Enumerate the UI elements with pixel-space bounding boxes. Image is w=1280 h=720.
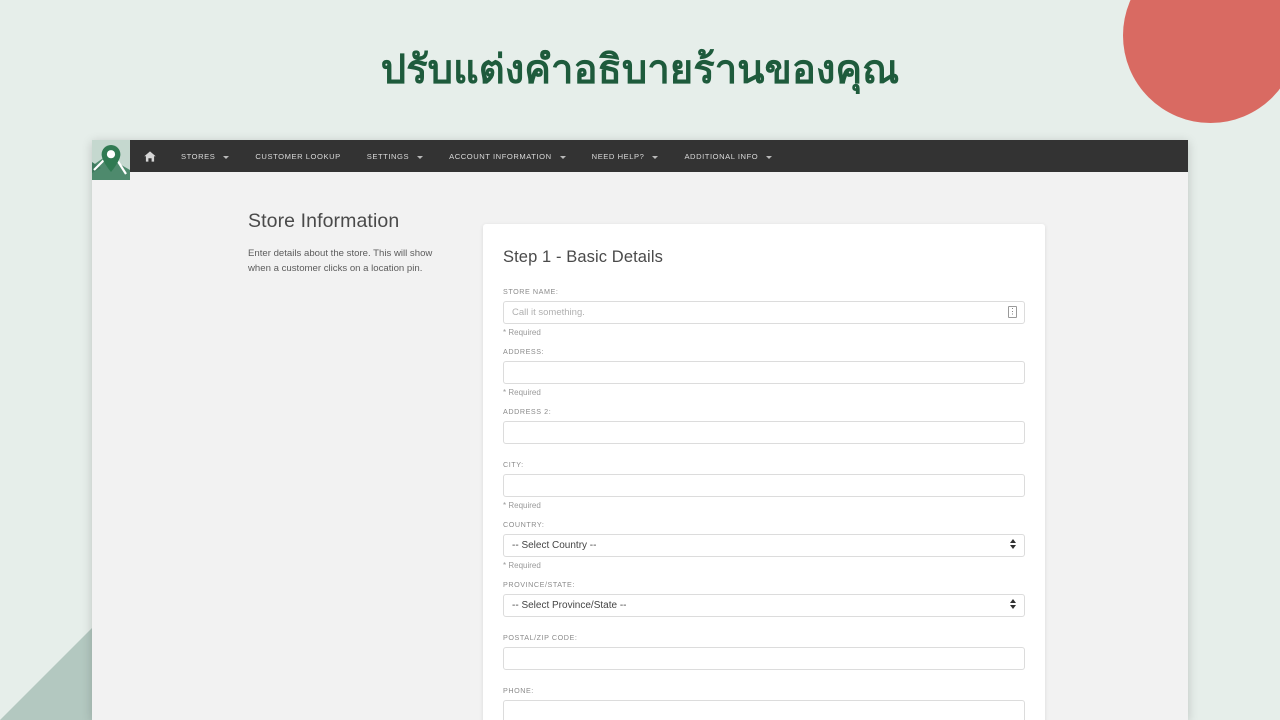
required-note: * Required	[503, 388, 541, 397]
page-content: Store Information Enter details about th…	[92, 172, 1188, 720]
nav-item-label: NEED HELP?	[591, 151, 645, 161]
field-store-name: STORE NAME: ⋮ * Required	[503, 287, 1025, 337]
nav-item-label: SETTINGS	[366, 151, 410, 161]
address-input[interactable]	[503, 361, 1025, 384]
nav-item-label: STORES	[181, 151, 216, 161]
chevron-down-icon	[652, 155, 659, 159]
field-label: PHONE:	[503, 686, 534, 695]
chevron-down-icon	[223, 155, 230, 159]
nav-item-label: CUSTOMER LOOKUP	[255, 151, 341, 161]
nav-item-need-help[interactable]: NEED HELP?	[579, 140, 672, 172]
phone-input[interactable]	[503, 700, 1025, 720]
step-title: Step 1 - Basic Details	[503, 248, 663, 266]
field-province-state: PROVINCE/STATE: -- Select Province/State…	[503, 580, 1025, 631]
field-label: ADDRESS 2:	[503, 407, 552, 416]
province-state-select-value: -- Select Province/State --	[512, 600, 627, 611]
field-phone: PHONE:	[503, 686, 1025, 720]
country-select[interactable]: -- Select Country --	[503, 534, 1025, 557]
city-input[interactable]	[503, 474, 1025, 497]
field-label: COUNTRY:	[503, 520, 545, 529]
country-select-value: -- Select Country --	[512, 540, 597, 551]
nav-item-label: ADDITIONAL INFO	[684, 151, 759, 161]
field-label: PROVINCE/STATE:	[503, 580, 575, 589]
page-title: Store Information	[248, 210, 400, 232]
chevron-down-icon	[559, 155, 566, 159]
field-address: ADDRESS: * Required	[503, 347, 1025, 397]
browser-window: STORES CUSTOMER LOOKUP SETTINGS ACCOUNT …	[92, 140, 1188, 720]
required-note: * Required	[503, 501, 541, 510]
address-2-input[interactable]	[503, 421, 1025, 444]
decorative-triangle-bottom-left	[0, 628, 92, 720]
required-note: * Required	[503, 561, 541, 570]
store-name-input[interactable]	[503, 301, 1025, 324]
select-arrows-icon	[1010, 539, 1016, 549]
field-spacer	[503, 617, 1025, 631]
field-postal-zip-code: POSTAL/ZIP CODE:	[503, 633, 1025, 684]
chevron-down-icon	[766, 155, 773, 159]
basic-details-card: Step 1 - Basic Details STORE NAME: ⋮ * R…	[483, 224, 1045, 720]
home-icon	[144, 150, 156, 162]
top-navigation-bar: STORES CUSTOMER LOOKUP SETTINGS ACCOUNT …	[92, 140, 1188, 180]
nav-item-label: ACCOUNT INFORMATION	[449, 151, 552, 161]
nav-item-stores[interactable]: STORES	[168, 140, 242, 172]
nav-home-button[interactable]	[132, 140, 168, 172]
sidebar-panel: Store Information Enter details about th…	[92, 210, 472, 720]
field-country: COUNTRY: -- Select Country -- * Required	[503, 520, 1025, 570]
field-address-2: ADDRESS 2:	[503, 407, 1025, 458]
info-badge-icon[interactable]: ⋮	[1008, 306, 1017, 318]
nav-item-settings[interactable]: SETTINGS	[354, 140, 436, 172]
required-note: * Required	[503, 328, 541, 337]
nav-item-customer-lookup[interactable]: CUSTOMER LOOKUP	[242, 140, 353, 172]
nav-item-additional-info[interactable]: ADDITIONAL INFO	[671, 140, 785, 172]
field-label: CITY:	[503, 460, 524, 469]
field-label: ADDRESS:	[503, 347, 545, 356]
field-label: STORE NAME:	[503, 287, 559, 296]
field-spacer	[503, 444, 1025, 458]
page-description: Enter details about the store. This will…	[248, 248, 433, 274]
select-arrows-icon	[1010, 599, 1016, 609]
chevron-down-icon	[417, 155, 424, 159]
province-state-select[interactable]: -- Select Province/State --	[503, 594, 1025, 617]
slide-title: ปรับแต่งคำอธิบายร้านของคุณ	[380, 48, 900, 92]
field-spacer	[503, 670, 1025, 684]
nav-item-account-information[interactable]: ACCOUNT INFORMATION	[436, 140, 579, 172]
field-city: CITY: * Required	[503, 460, 1025, 510]
map-pin-logo-icon[interactable]	[92, 140, 130, 180]
field-label: POSTAL/ZIP CODE:	[503, 633, 578, 642]
postal-zip-code-input[interactable]	[503, 647, 1025, 670]
